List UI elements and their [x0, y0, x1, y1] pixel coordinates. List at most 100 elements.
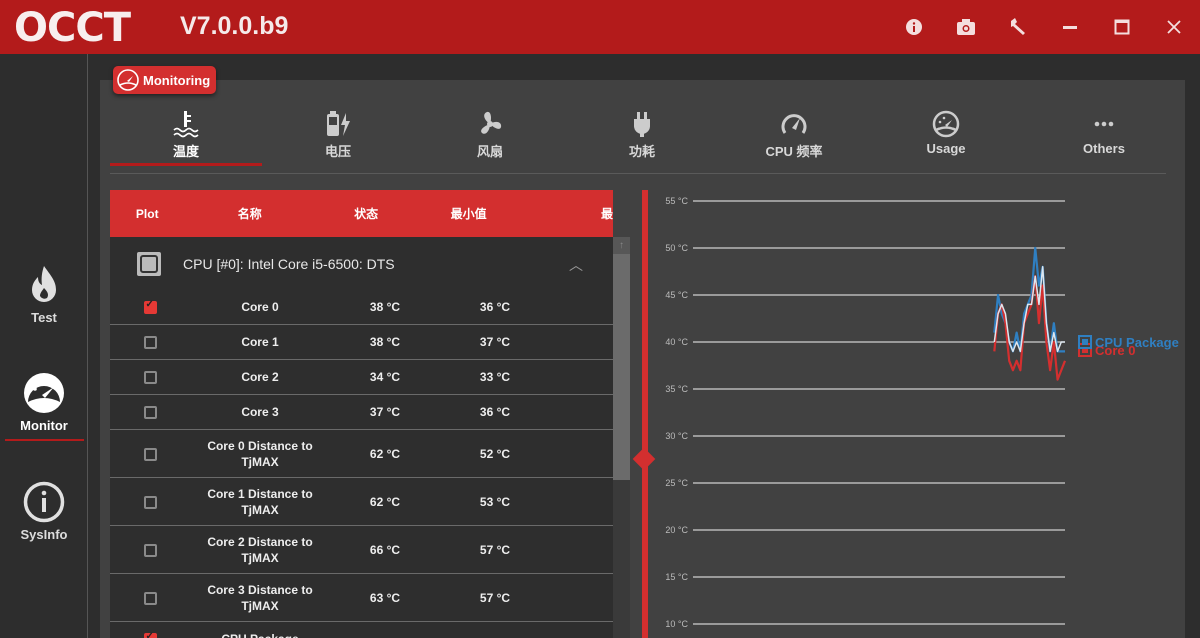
sensor-tabs: 温度 电压 风扇 功耗 CPU 频率 Usage Others: [110, 104, 1166, 174]
sidebar-label: Test: [31, 310, 57, 325]
y-tick-label: 10 °C: [665, 619, 688, 629]
y-tick-label: 20 °C: [665, 525, 688, 535]
gauge-icon: [117, 69, 139, 91]
y-tick-label: 55 °C: [665, 196, 688, 206]
gauge-icon: [932, 110, 960, 138]
sensor-status: 63 °C: [330, 590, 440, 606]
group-checkbox[interactable]: [137, 252, 161, 276]
table-row[interactable]: CPU Package: [110, 622, 613, 638]
sensor-status: 38 °C: [330, 300, 440, 314]
title-bar: OCCT V7.0.0.b9: [0, 0, 1200, 54]
sensor-name: Core 3: [190, 405, 330, 419]
camera-icon[interactable]: [953, 14, 979, 40]
minimize-icon[interactable]: [1057, 14, 1083, 40]
sensor-name: Core 0: [190, 300, 330, 314]
y-tick-label: 50 °C: [665, 243, 688, 253]
tab-usage[interactable]: Usage: [870, 104, 1022, 166]
tab-label: Usage: [926, 141, 965, 156]
sensor-table: Plot 名称 状态 最小值 最 CPU [#0]: Intel Core i5…: [110, 190, 613, 638]
col-max[interactable]: 最: [520, 205, 613, 222]
sensor-name: Core 0 Distance to TjMAX: [190, 438, 330, 470]
info-icon: [23, 481, 65, 523]
plot-cell: [110, 494, 190, 510]
table-row[interactable]: Core 2 34 °C 33 °C: [110, 360, 613, 395]
sidebar-item-test[interactable]: Test: [0, 264, 88, 325]
sensor-group[interactable]: CPU [#0]: Intel Core i5-6500: DTS ︿: [110, 237, 613, 290]
tab-others[interactable]: Others: [1028, 104, 1180, 166]
table-row[interactable]: Core 0 Distance to TjMAX 62 °C 52 °C: [110, 430, 613, 478]
plug-icon: [628, 110, 656, 138]
sensor-name: Core 2 Distance to TjMAX: [190, 534, 330, 566]
table-row[interactable]: Core 1 38 °C 37 °C: [110, 325, 613, 360]
info-icon[interactable]: [901, 14, 927, 40]
group-name: CPU [#0]: Intel Core i5-6500: DTS: [183, 256, 395, 272]
tab-cpu-frequency[interactable]: CPU 频率: [718, 104, 870, 166]
y-tick-label: 15 °C: [665, 572, 688, 582]
tab-power[interactable]: 功耗: [566, 104, 718, 166]
plot-cell: [110, 590, 190, 606]
y-tick-label: 30 °C: [665, 431, 688, 441]
tab-label: Others: [1083, 141, 1125, 156]
col-status[interactable]: 状态: [315, 205, 417, 222]
plot-cell: [110, 632, 190, 638]
badge-label: Monitoring: [143, 73, 210, 88]
sensor-min: 33 °C: [440, 370, 550, 384]
tab-voltage[interactable]: 电压: [262, 104, 414, 166]
wrench-icon[interactable]: [1005, 14, 1031, 40]
plot-checkbox[interactable]: [144, 633, 157, 638]
plot-cell: [110, 542, 190, 558]
sensor-name: CPU Package: [190, 632, 330, 638]
plot-checkbox[interactable]: [144, 544, 157, 557]
sensor-min: 52 °C: [440, 446, 550, 462]
sidebar: Test Monitor SysInfo: [0, 54, 88, 638]
sidebar-item-monitor[interactable]: Monitor: [0, 372, 88, 433]
table-row[interactable]: Core 2 Distance to TjMAX 66 °C 57 °C: [110, 526, 613, 574]
scrollbar-thumb[interactable]: [613, 254, 630, 480]
plot-checkbox[interactable]: [144, 371, 157, 384]
sensor-status: 34 °C: [330, 370, 440, 384]
scroll-up-icon[interactable]: ↑: [613, 237, 630, 254]
maximize-icon[interactable]: [1109, 14, 1135, 40]
col-min[interactable]: 最小值: [417, 205, 519, 222]
y-tick-label: 25 °C: [665, 478, 688, 488]
plot-checkbox[interactable]: [144, 448, 157, 461]
y-tick-label: 40 °C: [665, 337, 688, 347]
y-tick-label: 35 °C: [665, 384, 688, 394]
temperature-chart: 55 °C 50 °C 45 °C 40 °C 35 °C 30 °C 25 °C 20 °C…: [648, 190, 1200, 638]
plot-checkbox[interactable]: [144, 592, 157, 605]
monitoring-badge: Monitoring: [113, 66, 216, 94]
sidebar-label: Monitor: [20, 418, 68, 433]
y-tick-label: 45 °C: [665, 290, 688, 300]
sensor-name: Core 3 Distance to TjMAX: [190, 582, 330, 614]
sidebar-label: SysInfo: [21, 527, 68, 542]
logo-text: OCCT: [14, 10, 130, 46]
legend-label[interactable]: CPU Package: [1095, 335, 1179, 350]
col-name[interactable]: 名称: [185, 205, 315, 222]
table-row[interactable]: Core 1 Distance to TjMAX 62 °C 53 °C: [110, 478, 613, 526]
sensor-name: Core 1: [190, 335, 330, 349]
plot-checkbox[interactable]: [144, 496, 157, 509]
plot-checkbox[interactable]: [144, 301, 157, 314]
table-row[interactable]: Core 3 Distance to TjMAX 63 °C 57 °C: [110, 574, 613, 622]
sensor-name: Core 1 Distance to TjMAX: [190, 486, 330, 518]
tab-temperature[interactable]: 温度: [110, 104, 262, 166]
tab-fan[interactable]: 风扇: [414, 104, 566, 166]
sensor-min: 36 °C: [440, 300, 550, 314]
plot-checkbox[interactable]: [144, 336, 157, 349]
thermometer-icon: [172, 110, 200, 138]
col-plot[interactable]: Plot: [110, 207, 185, 221]
tab-label: 电压: [325, 144, 351, 159]
table-row[interactable]: Core 3 37 °C 36 °C: [110, 395, 613, 430]
tab-label: 温度: [173, 144, 199, 159]
table-row[interactable]: Core 0 38 °C 36 °C: [110, 290, 613, 325]
legend-swatch-fill: [1082, 339, 1088, 345]
flame-icon: [23, 264, 65, 306]
plot-cell: [110, 335, 190, 349]
chevron-up-icon[interactable]: ︿: [569, 255, 583, 275]
occt-logo: OCCT: [14, 10, 130, 46]
table-scrollbar[interactable]: ↑: [613, 237, 630, 638]
sidebar-item-sysinfo[interactable]: SysInfo: [0, 481, 88, 542]
plot-checkbox[interactable]: [144, 406, 157, 419]
close-icon[interactable]: [1161, 14, 1187, 40]
plot-cell: [110, 300, 190, 314]
